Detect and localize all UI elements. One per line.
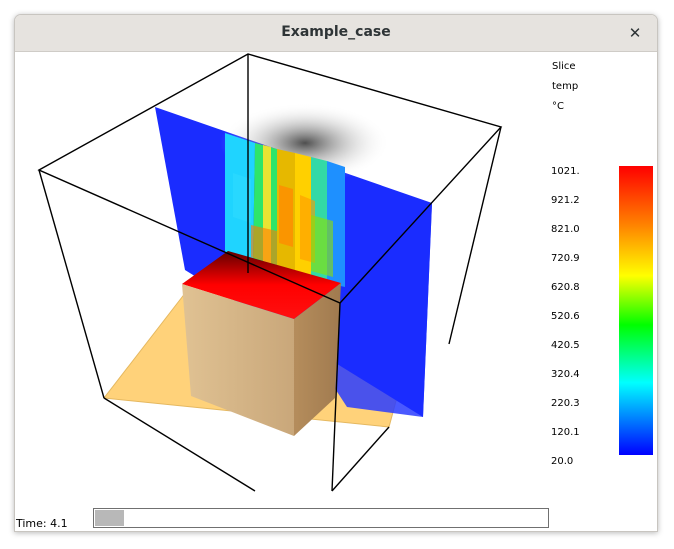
legend-tick: 720.9 <box>551 253 580 264</box>
time-label: Time: 4.1 <box>16 517 68 530</box>
time-slider[interactable] <box>93 508 549 528</box>
legend-tick: 20.0 <box>551 456 573 467</box>
legend-tick: 921.2 <box>551 195 580 206</box>
app-window: Example_case ✕ Slice temp °C 1021. 921.2… <box>14 14 658 532</box>
legend-tick: 420.5 <box>551 340 580 351</box>
color-legend: Slice temp °C 1021. 921.2 821.0 720.9 62… <box>551 61 653 467</box>
legend-header-variable: temp <box>552 81 578 92</box>
legend-tick: 821.0 <box>551 224 580 235</box>
legend-tick: 120.1 <box>551 427 580 438</box>
legend-tick: 1021. <box>551 166 580 177</box>
legend-tick: 520.6 <box>551 311 580 322</box>
time-slider-fill[interactable] <box>95 510 125 526</box>
scene-viewport[interactable]: Slice temp °C 1021. 921.2 821.0 720.9 62… <box>15 15 657 531</box>
colorbar <box>619 166 653 455</box>
legend-tick: 220.3 <box>551 398 580 409</box>
legend-tick: 320.4 <box>551 369 580 380</box>
legend-header-unit: °C <box>552 101 564 112</box>
legend-header-slice: Slice <box>552 61 576 72</box>
legend-tick: 620.8 <box>551 282 580 293</box>
